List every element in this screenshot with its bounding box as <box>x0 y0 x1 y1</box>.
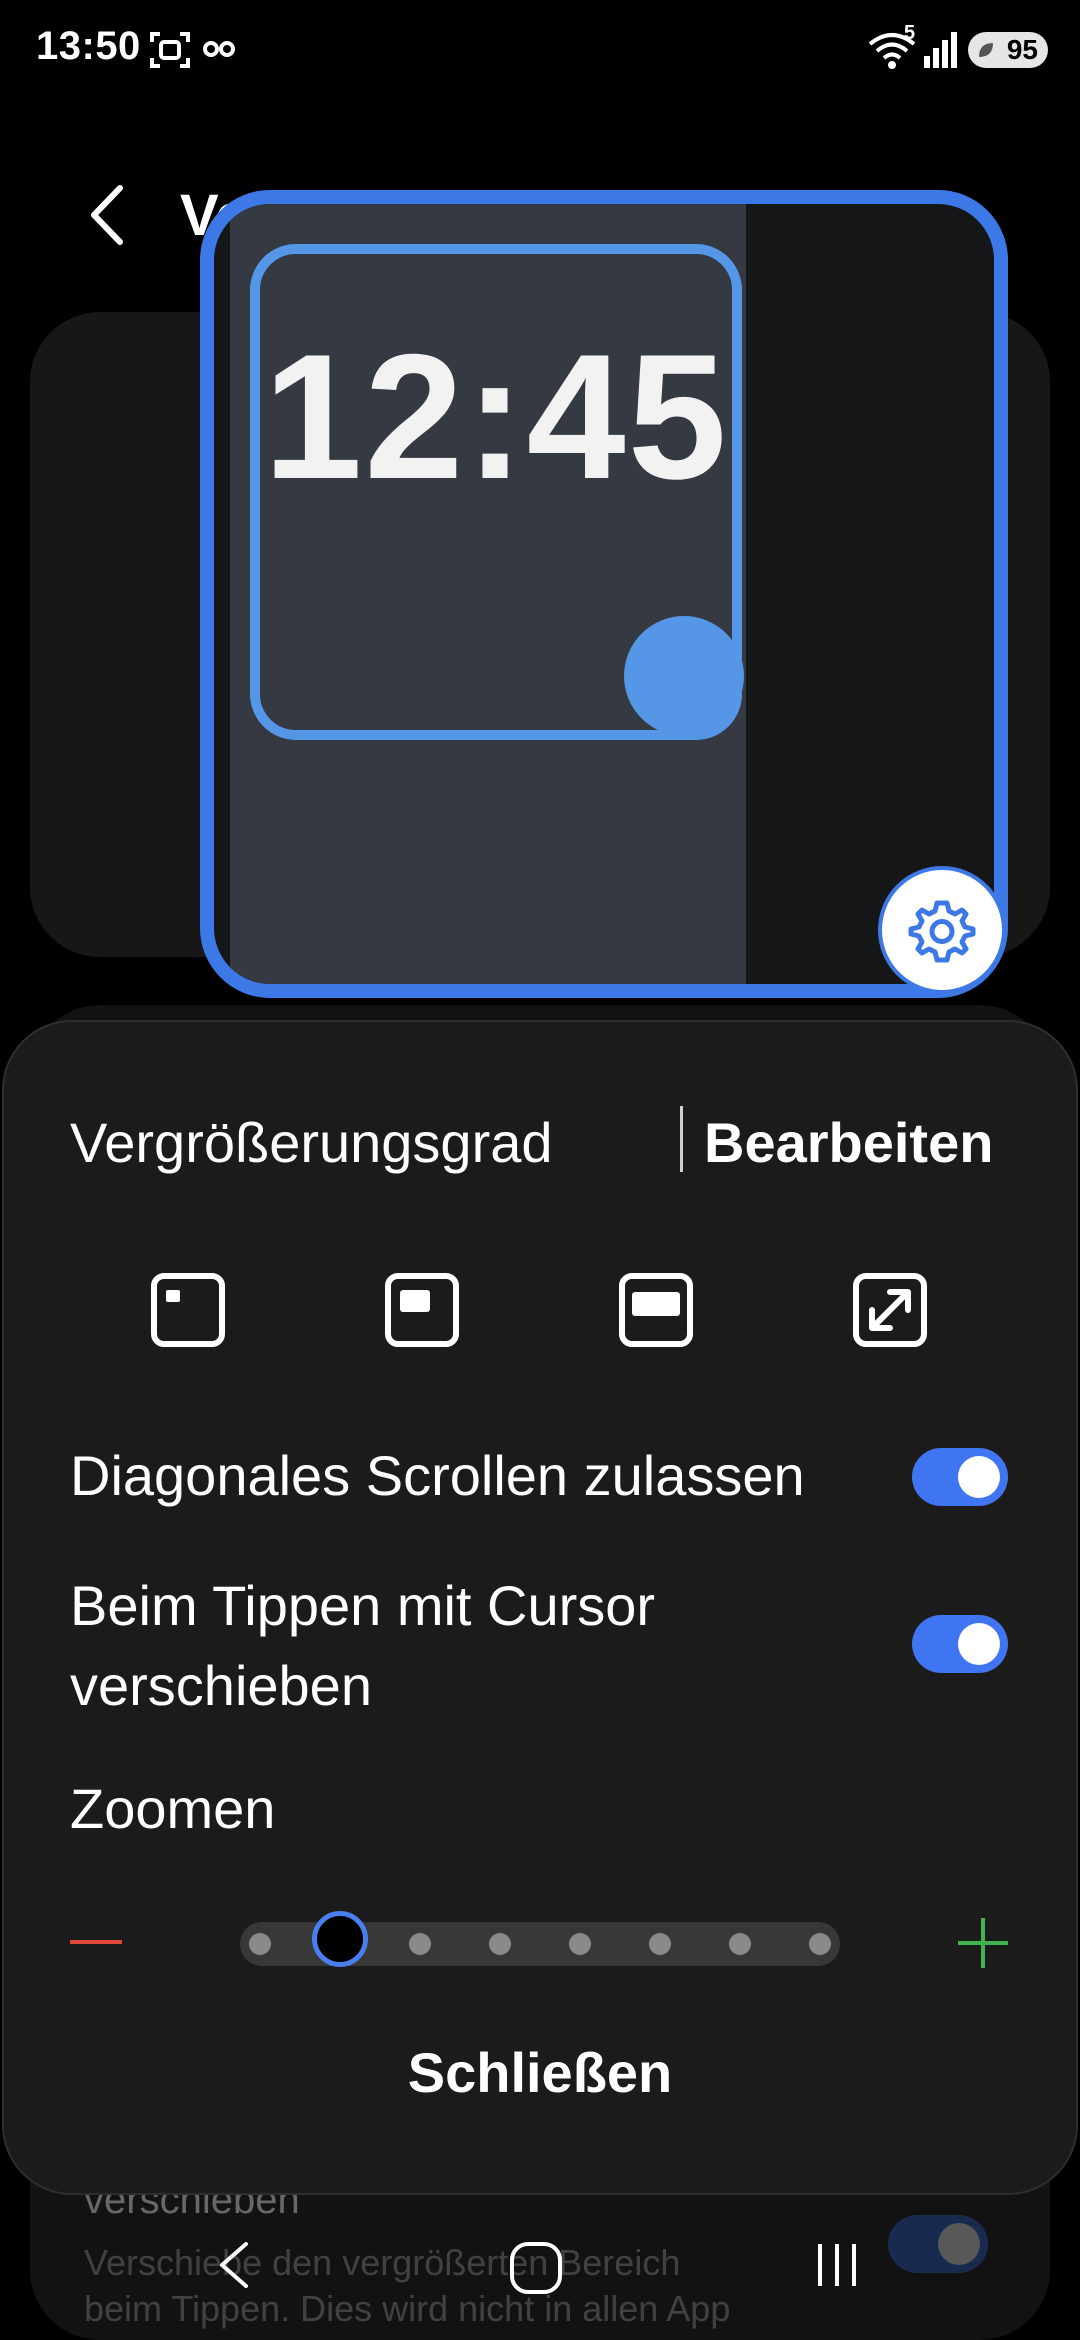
zoom-slider[interactable] <box>240 1911 840 1967</box>
zoom-slider-step[interactable] <box>409 1933 431 1955</box>
signal-icon <box>924 32 957 68</box>
zoom-slider-step[interactable] <box>649 1933 671 1955</box>
medium-window-icon[interactable] <box>382 1270 462 1350</box>
zoom-slider-step[interactable] <box>489 1933 511 1955</box>
small-window-icon[interactable] <box>148 1270 228 1350</box>
screen: 13:50 5 95 Ve verschieben Verschiebe den… <box>0 0 1080 2340</box>
zoom-in-button[interactable] <box>956 1916 1010 1970</box>
magnification-degree-label: Vergrößerungsgrad <box>70 1111 553 1174</box>
full-screen-icon[interactable] <box>850 1270 930 1350</box>
edit-button[interactable]: Bearbeiten <box>704 1110 993 1175</box>
toggle-knob <box>958 1623 1000 1665</box>
power-saving-icon <box>979 43 993 57</box>
zoom-slider-step[interactable] <box>809 1933 831 1955</box>
zoom-slider-step[interactable] <box>569 1933 591 1955</box>
background-item-desc-line: beim Tippen. Dies wird nicht in allen Ap… <box>84 2288 731 2329</box>
back-button[interactable] <box>80 180 140 250</box>
gear-icon <box>908 900 976 963</box>
diagonal-scroll-toggle[interactable] <box>912 1448 1008 1506</box>
background-item-desc-line: Verschiebe den vergrößerten Bereich <box>84 2242 681 2283</box>
move-cursor-label-line: Beim Tippen mit Cursor <box>70 1574 656 1637</box>
move-cursor-toggle[interactable] <box>912 1615 1008 1673</box>
battery-level: 95 <box>1006 34 1038 65</box>
status-bar: 13:50 5 95 <box>0 0 1080 100</box>
divider <box>680 1106 683 1172</box>
move-cursor-label: Beim Tippen mit Cursor verschieben <box>70 1566 655 1726</box>
zoom-slider-thumb[interactable] <box>312 1911 368 1967</box>
diagonal-scroll-label: Diagonales Scrollen zulassen <box>70 1444 805 1507</box>
recents-icon[interactable] <box>812 2240 862 2290</box>
back-nav-icon[interactable] <box>214 2240 254 2290</box>
screenshot-icon <box>150 32 190 68</box>
zoom-out-button[interactable] <box>70 1940 122 1944</box>
move-cursor-label-line: verschieben <box>70 1654 372 1717</box>
close-button[interactable]: Schließen <box>0 2040 1080 2105</box>
large-window-icon[interactable] <box>616 1270 696 1350</box>
battery-icon: 95 <box>968 32 1048 68</box>
magnified-panel: 12:45 <box>230 204 746 984</box>
magnifier-window[interactable]: 12:45 <box>200 190 1008 998</box>
zoom-slider-step[interactable] <box>729 1933 751 1955</box>
infinity-icon <box>203 41 235 57</box>
zoom-slider-step[interactable] <box>249 1933 271 1955</box>
toggle-knob <box>938 2223 980 2265</box>
background-item-desc: Verschiebe den vergrößerten Bereich beim… <box>84 2240 730 2332</box>
wifi-badge: 5 <box>904 22 916 44</box>
background-toggle <box>888 2215 988 2273</box>
toggle-knob <box>958 1456 1000 1498</box>
widget-resize-handle <box>624 616 744 736</box>
magnifier-settings-button[interactable] <box>878 866 1006 994</box>
zoom-label: Zoomen <box>70 1777 276 1840</box>
home-icon[interactable] <box>508 2240 564 2296</box>
status-time: 13:50 <box>36 24 141 68</box>
clock-widget-time: 12:45 <box>263 317 729 516</box>
